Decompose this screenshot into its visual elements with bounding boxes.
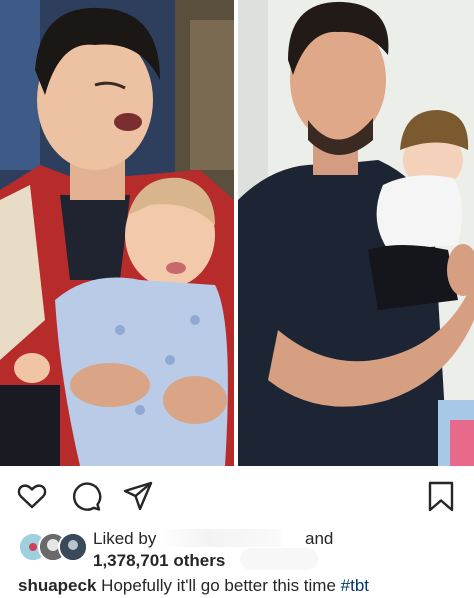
likes-count[interactable]: 1,378,701 others bbox=[93, 551, 225, 571]
caption-text: Hopefully it'll go better this time bbox=[101, 576, 336, 595]
redaction-mark bbox=[240, 548, 318, 570]
comment-icon[interactable] bbox=[70, 480, 102, 512]
caption-hashtag[interactable]: #tbt bbox=[341, 576, 369, 595]
post-image[interactable] bbox=[0, 0, 474, 466]
caption-username[interactable]: shuapeck bbox=[18, 576, 96, 595]
action-bar bbox=[0, 474, 474, 518]
likes-count-number: 1,378,701 bbox=[93, 551, 169, 570]
likes-count-label: others bbox=[173, 551, 226, 570]
redacted-username bbox=[161, 529, 282, 547]
post-caption: shuapeck Hopefully it'll go better this … bbox=[18, 576, 369, 596]
liker-avatars[interactable] bbox=[18, 532, 88, 562]
bookmark-icon[interactable] bbox=[425, 480, 457, 512]
photo-then bbox=[0, 0, 234, 466]
photo-then-illustration bbox=[0, 0, 234, 466]
heart-icon[interactable] bbox=[16, 480, 48, 512]
send-icon[interactable] bbox=[122, 480, 154, 512]
liked-by-connector: and bbox=[305, 529, 334, 548]
photo-now-illustration bbox=[238, 0, 474, 466]
avatar[interactable] bbox=[58, 532, 88, 562]
photo-now bbox=[238, 0, 474, 466]
liked-by-prefix: Liked by bbox=[93, 529, 157, 548]
liked-by-text: Liked by bbox=[93, 529, 282, 549]
likes-summary[interactable]: Liked by and 1,378,701 others bbox=[0, 524, 474, 572]
